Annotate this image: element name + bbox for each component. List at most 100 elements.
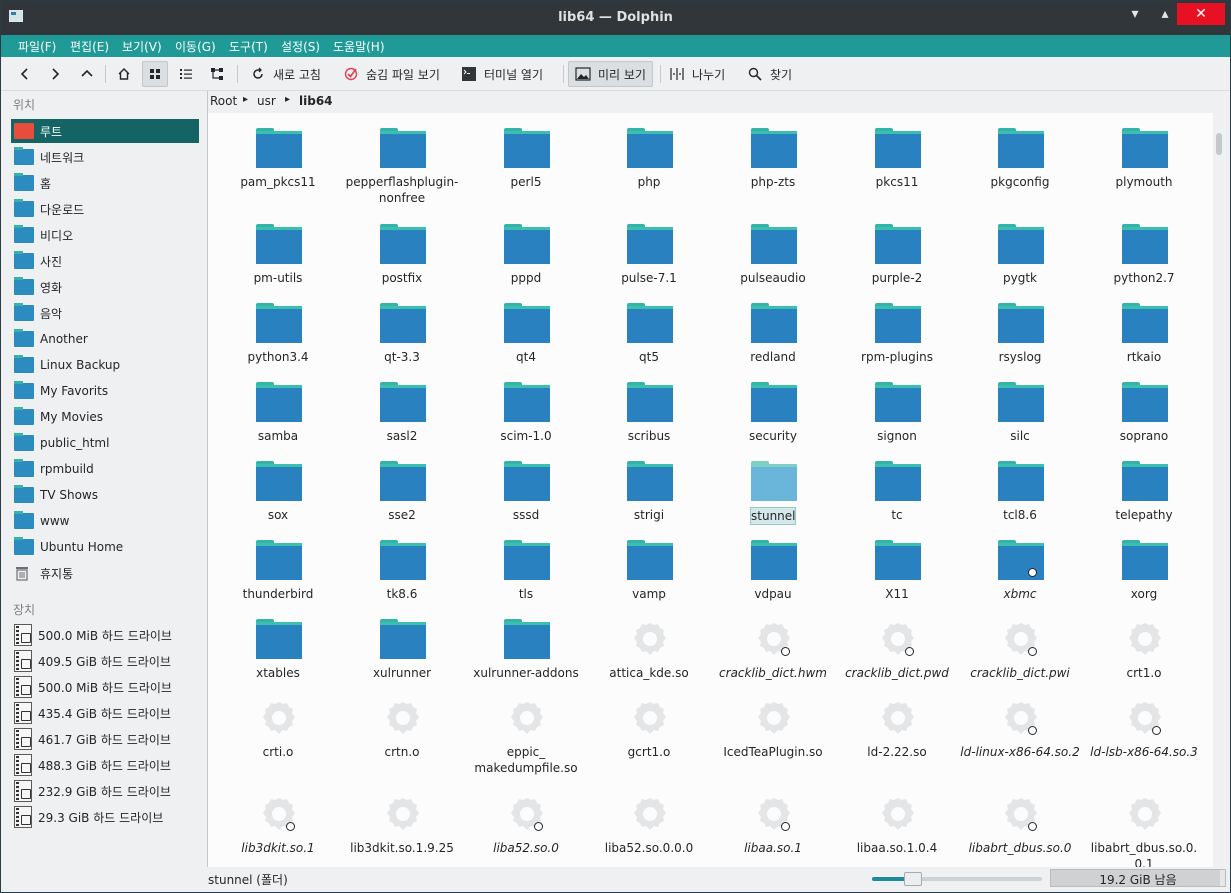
place-tv-shows[interactable]: TV Shows — [11, 483, 199, 507]
menu-go[interactable]: 이동(G) — [175, 38, 216, 55]
details-view-button[interactable] — [173, 61, 199, 87]
videos-folder-icon — [14, 225, 34, 243]
folder-icon — [380, 128, 426, 168]
file-name-label: xtables — [256, 666, 300, 680]
folder-icon — [504, 224, 550, 264]
place-root[interactable]: 루트 — [11, 119, 199, 143]
folder-shape — [504, 540, 550, 580]
place-pictures[interactable]: 사진 — [11, 249, 199, 273]
place-label: Linux Backup — [40, 358, 121, 372]
folder-shape — [998, 303, 1044, 343]
home-button[interactable] — [111, 61, 137, 87]
place-movies[interactable]: 영화 — [11, 275, 199, 299]
device-drive[interactable]: 500.0 MiB 하드 드라이브 — [11, 675, 199, 699]
folder-shape — [380, 540, 426, 580]
file-name-label: redland — [750, 350, 796, 364]
back-button[interactable] — [12, 61, 38, 87]
breadcrumb-lib64[interactable]: lib64 — [299, 94, 333, 108]
arrow-up-icon — [81, 69, 93, 77]
folder-shape — [875, 382, 921, 422]
find-button[interactable]: 찾기 — [746, 61, 792, 87]
place-videos[interactable]: 비디오 — [11, 223, 199, 247]
place-label: Ubuntu Home — [40, 540, 124, 554]
menu-file[interactable]: 파일(F) — [18, 38, 56, 55]
file-name-label: pkcs11 — [875, 175, 919, 189]
place-linux-backup[interactable]: Linux Backup — [11, 353, 199, 377]
device-drive[interactable]: 29.3 GiB 하드 드라이브 — [11, 805, 199, 829]
file-name-label: lib3dkit.so.1.9.25 — [350, 841, 454, 855]
zoom-slider-handle[interactable] — [904, 872, 922, 886]
file-grid[interactable]: pam_pkcs11 pepperflashplugin-nonfree perl5… — [208, 113, 1213, 867]
place-www[interactable]: www — [11, 509, 199, 533]
icons-view-button[interactable] — [142, 61, 168, 87]
show-hidden-button[interactable]: 숨김 파일 보기 — [342, 61, 440, 87]
folder-icon — [14, 459, 34, 477]
file-name-label: silc — [1010, 429, 1030, 443]
menu-settings[interactable]: 설정(S) — [281, 38, 320, 55]
vertical-scrollbar[interactable] — [1213, 113, 1225, 867]
place-trash[interactable]: 휴지통 — [11, 561, 199, 585]
forward-button[interactable] — [42, 61, 68, 87]
place-ubuntu-home[interactable]: Ubuntu Home — [11, 535, 199, 559]
place-home[interactable]: 홈 — [11, 171, 199, 195]
device-drive[interactable]: 500.0 MiB 하드 드라이브 — [11, 623, 199, 647]
file-name-label: ld-linux-x86-64.so.2 — [960, 745, 1080, 759]
scrollbar-thumb[interactable] — [1216, 133, 1222, 155]
device-drive[interactable]: 461.7 GiB 하드 드라이브 — [11, 727, 199, 751]
menu-help[interactable]: 도움말(H) — [333, 38, 385, 55]
title-bar[interactable]: lib64 — Dolphin ▾ ▴ ✕ — [1, 1, 1230, 35]
library-file-icon — [1122, 619, 1168, 659]
folder-shape — [380, 461, 426, 501]
hard-drive-icon — [14, 754, 32, 776]
file-name-label: xulrunner-addons — [473, 666, 579, 680]
library-file-icon — [380, 794, 426, 834]
file-name-label: lib3dkit.so.1 — [241, 841, 315, 855]
folder-shape — [1122, 128, 1168, 168]
free-space-indicator[interactable]: 19.2 GiB 남음 — [1050, 869, 1226, 887]
file-name-label: vamp — [632, 587, 666, 601]
up-button[interactable] — [74, 61, 100, 87]
folder-icon — [256, 382, 302, 422]
place-music[interactable]: 음악 — [11, 301, 199, 325]
menu-edit[interactable]: 편집(E) — [70, 38, 109, 55]
preview-button[interactable]: 미리 보기 — [568, 61, 653, 87]
device-drive[interactable]: 409.5 GiB 하드 드라이브 — [11, 649, 199, 673]
library-file-icon — [751, 698, 797, 738]
breadcrumb-root[interactable]: Root — [210, 94, 237, 108]
place-downloads[interactable]: 다운로드 — [11, 197, 199, 221]
folder-shape — [256, 619, 302, 659]
folder-icon — [256, 224, 302, 264]
folder-shape — [751, 224, 797, 264]
folder-shape — [875, 224, 921, 264]
split-button[interactable]: 나누기 — [668, 61, 725, 87]
zoom-slider[interactable] — [872, 872, 1042, 886]
place-rpmbuild[interactable]: rpmbuild — [11, 457, 199, 481]
tree-view-button[interactable] — [204, 61, 230, 87]
file-name-label: ld-2.22.so — [867, 745, 927, 759]
menu-view[interactable]: 보기(V) — [122, 38, 162, 55]
library-file-icon — [504, 698, 550, 738]
folder-shape — [875, 461, 921, 501]
folder-shape — [998, 128, 1044, 168]
device-drive[interactable]: 232.9 GiB 하드 드라이브 — [11, 779, 199, 803]
device-drive[interactable]: 488.3 GiB 하드 드라이브 — [11, 753, 199, 777]
folder-icon — [1122, 303, 1168, 343]
file-name-label: pkgconfig — [990, 175, 1050, 189]
breadcrumb-usr[interactable]: usr — [257, 94, 276, 108]
folder-icon — [751, 540, 797, 580]
open-terminal-button[interactable]: 터미널 열기 — [460, 61, 543, 87]
place-my-movies[interactable]: My Movies — [11, 405, 199, 429]
place-another[interactable]: Another — [11, 327, 199, 351]
folder-shape — [751, 461, 797, 501]
tree-icon — [211, 68, 223, 80]
place-public-html[interactable]: public_html — [11, 431, 199, 455]
close-button[interactable]: ✕ — [1177, 3, 1225, 25]
device-drive[interactable]: 435.4 GiB 하드 드라이브 — [11, 701, 199, 725]
menu-tools[interactable]: 도구(T) — [229, 38, 268, 55]
place-my-favorits[interactable]: My Favorits — [11, 379, 199, 403]
folder-shape — [380, 303, 426, 343]
reload-button[interactable]: 새로 고침 — [249, 61, 321, 87]
folder-shape — [751, 540, 797, 580]
file-name-label: libabrt_dbus.so.0. 0.1 — [1090, 841, 1198, 867]
place-network[interactable]: 네트워크 — [11, 145, 199, 169]
